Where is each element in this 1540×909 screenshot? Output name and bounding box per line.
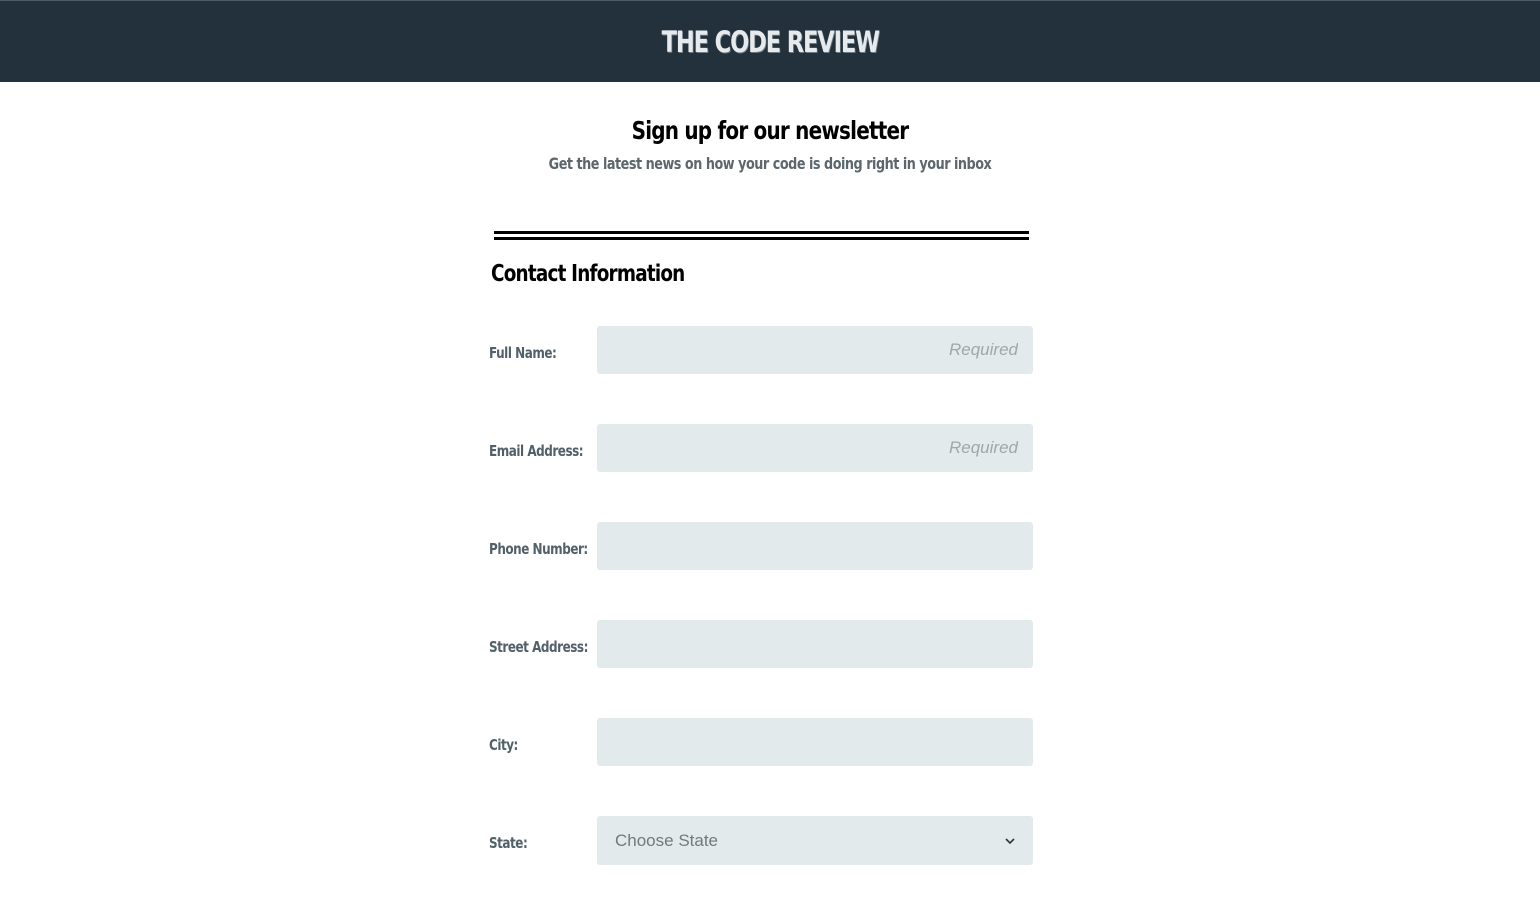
newsletter-header: Sign up for our newsletter Get the lates…: [0, 112, 1540, 173]
street-label: Street Address:: [489, 638, 588, 656]
city-row: City:: [489, 718, 1033, 766]
street-row: Street Address:: [489, 620, 1033, 668]
city-label: City:: [489, 736, 518, 754]
phone-label: Phone Number:: [489, 540, 588, 558]
email-label: Email Address:: [489, 442, 584, 460]
city-input[interactable]: [597, 718, 1033, 766]
state-row: State: Choose State: [489, 816, 1033, 865]
top-bar: THE CODE REVIEW: [0, 0, 1540, 82]
email-input[interactable]: [597, 424, 1033, 472]
section-title: Contact Information: [491, 261, 685, 287]
state-label: State:: [489, 834, 528, 852]
newsletter-heading: Sign up for our newsletter: [631, 116, 910, 145]
street-input[interactable]: [597, 620, 1033, 668]
state-selected-value: Choose State: [615, 830, 719, 850]
site-title: THE CODE REVIEW: [661, 24, 879, 59]
newsletter-subheading: Get the latest news on how your code is …: [548, 154, 992, 173]
full-name-label: Full Name:: [489, 344, 557, 362]
full-name-row: Full Name:: [489, 326, 1033, 374]
email-row: Email Address:: [489, 424, 1033, 472]
phone-row: Phone Number:: [489, 522, 1033, 570]
state-select[interactable]: Choose State: [597, 816, 1033, 865]
phone-input[interactable]: [597, 522, 1033, 570]
chevron-down-icon: [1005, 834, 1015, 848]
double-divider: [494, 231, 1029, 240]
full-name-input[interactable]: [597, 326, 1033, 374]
